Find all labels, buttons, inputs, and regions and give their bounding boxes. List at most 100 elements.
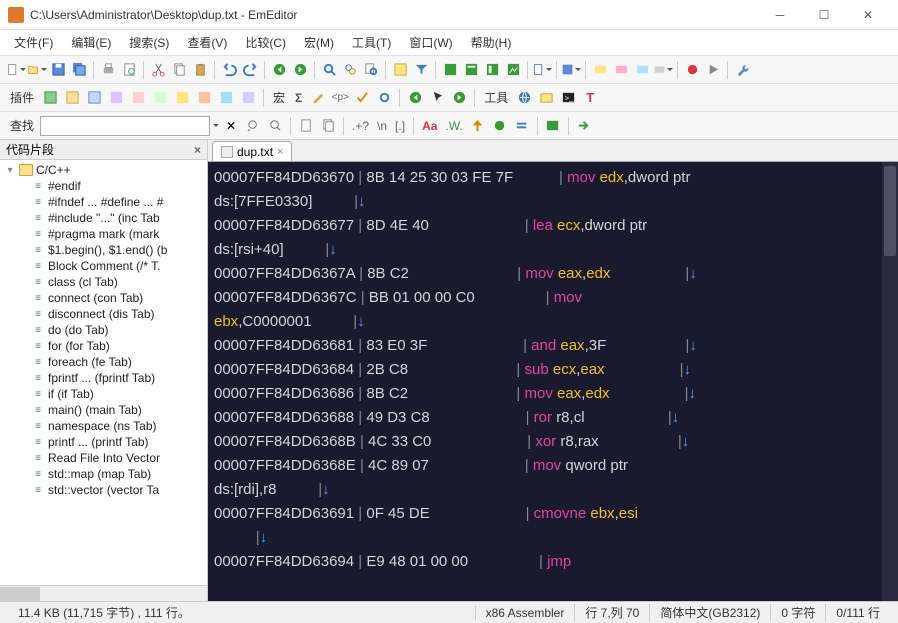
case-button[interactable]: Aa [419, 116, 440, 136]
sidebar-close-button[interactable]: × [194, 143, 201, 157]
view4-button[interactable] [503, 60, 523, 80]
minimize-button[interactable]: ─ [758, 0, 802, 30]
grep-button[interactable] [390, 60, 410, 80]
snippet-item[interactable]: ≡printf ... (printf Tab) [12, 434, 207, 450]
regex-dot-button[interactable]: [.] [392, 116, 408, 136]
snippet-item[interactable]: ≡Block Comment (/* T. [12, 258, 207, 274]
find-in-files-button[interactable] [361, 60, 381, 80]
snippet-item[interactable]: ≡#include "..." (inc Tab [12, 210, 207, 226]
sidebar-hscroll[interactable] [0, 585, 207, 601]
regex-nl-button[interactable]: \n [374, 116, 390, 136]
undo-button[interactable] [219, 60, 239, 80]
snippet-item[interactable]: ≡namespace (ns Tab) [12, 418, 207, 434]
tree-root[interactable]: ▾ C/C++ [0, 162, 207, 178]
word-button[interactable]: .W. [442, 116, 465, 136]
sigma-icon[interactable]: Σ [291, 91, 306, 105]
menu-编辑(E)[interactable]: 编辑(E) [65, 31, 117, 54]
macro-gear-button[interactable] [374, 88, 394, 108]
find-input[interactable] [40, 116, 210, 136]
snippet-item[interactable]: ≡foreach (fe Tab) [12, 354, 207, 370]
snippet-item[interactable]: ≡connect (con Tab) [12, 290, 207, 306]
snippet-item[interactable]: ≡#ifndef ... #define ... # [12, 194, 207, 210]
menu-搜索(S)[interactable]: 搜索(S) [123, 31, 175, 54]
macro-tag-button[interactable]: <p> [330, 88, 350, 108]
macro-back-button[interactable] [405, 88, 425, 108]
find-prev-button[interactable] [243, 116, 263, 136]
snippet-item[interactable]: ≡std::vector (vector Ta [12, 482, 207, 498]
snippet-item[interactable]: ≡main() (main Tab) [12, 402, 207, 418]
record-button[interactable] [682, 60, 702, 80]
view3-button[interactable] [482, 60, 502, 80]
macro-cursor-button[interactable] [427, 88, 447, 108]
marker1-button[interactable] [590, 60, 610, 80]
snippet-item[interactable]: ≡Read File Into Vector [12, 450, 207, 466]
macro-fwd-button[interactable] [449, 88, 469, 108]
snippet-item[interactable]: ≡$1.begin(), $1.end() (b [12, 242, 207, 258]
view1-button[interactable] [440, 60, 460, 80]
browser-button[interactable] [514, 88, 534, 108]
find-hl-button[interactable] [543, 116, 563, 136]
find-doc-button[interactable] [296, 116, 316, 136]
plugin8-button[interactable] [194, 88, 214, 108]
explorer-button[interactable] [536, 88, 556, 108]
find-close-button[interactable]: ✕ [221, 116, 241, 136]
menu-帮助(H)[interactable]: 帮助(H) [465, 31, 518, 54]
marker3-button[interactable] [632, 60, 652, 80]
snippets-tree[interactable]: ▾ C/C++ ≡#endif≡#ifndef ... #define ... … [0, 160, 207, 585]
snippet-item[interactable]: ≡disconnect (dis Tab) [12, 306, 207, 322]
text-button[interactable]: T [580, 88, 600, 108]
status-lang[interactable]: x86 Assembler [475, 606, 575, 620]
save-all-button[interactable] [69, 60, 89, 80]
replace-button[interactable] [340, 60, 360, 80]
menu-查看(V)[interactable]: 查看(V) [181, 31, 233, 54]
macro-check-button[interactable] [352, 88, 372, 108]
find-next-button[interactable] [265, 116, 285, 136]
paste-button[interactable] [190, 60, 210, 80]
marker2-button[interactable] [611, 60, 631, 80]
forward-button[interactable] [290, 60, 310, 80]
plugin2-button[interactable] [62, 88, 82, 108]
open-button[interactable] [27, 60, 47, 80]
menu-工具(T)[interactable]: 工具(T) [346, 31, 397, 54]
find-copy-button[interactable] [318, 116, 338, 136]
props-button[interactable] [561, 60, 581, 80]
menu-窗口(W)[interactable]: 窗口(W) [403, 31, 458, 54]
find-go-button[interactable] [574, 116, 594, 136]
menu-比较(C)[interactable]: 比较(C) [239, 31, 292, 54]
plugin9-button[interactable] [216, 88, 236, 108]
snippet-item[interactable]: ≡std::map (map Tab) [12, 466, 207, 482]
close-button[interactable]: ✕ [846, 0, 890, 30]
menu-文件(F)[interactable]: 文件(F) [8, 31, 59, 54]
view2-button[interactable] [461, 60, 481, 80]
snippet-item[interactable]: ≡#endif [12, 178, 207, 194]
plugin10-button[interactable] [238, 88, 258, 108]
tab-dup[interactable]: dup.txt × [212, 141, 292, 161]
back-button[interactable] [269, 60, 289, 80]
play-button[interactable] [703, 60, 723, 80]
status-enc[interactable]: 简体中文(GB2312) [649, 604, 770, 621]
find-opt2-button[interactable] [490, 116, 510, 136]
menu-宏(M)[interactable]: 宏(M) [298, 31, 340, 54]
plugin3-button[interactable] [84, 88, 104, 108]
print-button[interactable] [98, 60, 118, 80]
plugin4-button[interactable] [106, 88, 126, 108]
cut-button[interactable] [148, 60, 168, 80]
snippet-item[interactable]: ≡if (if Tab) [12, 386, 207, 402]
marker4-button[interactable] [653, 60, 673, 80]
snippet-item[interactable]: ≡fprintf ... (fprintf Tab) [12, 370, 207, 386]
save-button[interactable] [48, 60, 68, 80]
cmd-button[interactable]: >_ [558, 88, 578, 108]
editor-vscroll[interactable] [882, 162, 898, 601]
macro-edit-button[interactable] [308, 88, 328, 108]
plugin5-button[interactable] [128, 88, 148, 108]
snippet-item[interactable]: ≡for (for Tab) [12, 338, 207, 354]
print-preview-button[interactable] [119, 60, 139, 80]
regex-any-button[interactable]: .+? [349, 116, 372, 136]
snippet-item[interactable]: ≡do (do Tab) [12, 322, 207, 338]
snippet-item[interactable]: ≡#pragma mark (mark [12, 226, 207, 242]
plugin1-button[interactable] [40, 88, 60, 108]
find-button[interactable] [319, 60, 339, 80]
snippet-item[interactable]: ≡class (cl Tab) [12, 274, 207, 290]
code-editor[interactable]: 00007FF84DD63670 | 8B 14 25 30 03 FE 7F … [208, 162, 898, 601]
cfg1-button[interactable] [532, 60, 552, 80]
